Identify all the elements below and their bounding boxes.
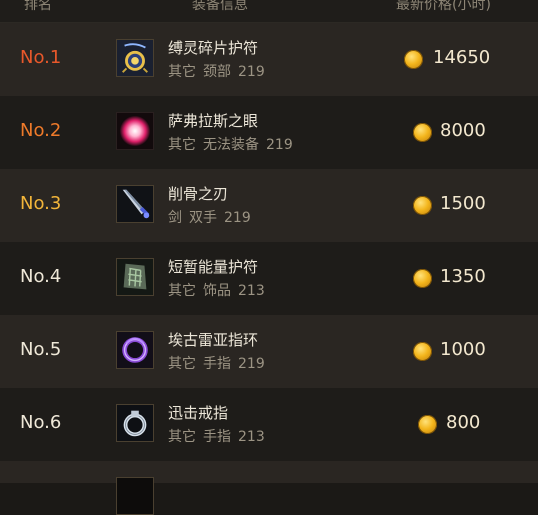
price-value: 1000 — [440, 339, 486, 360]
header-latest-price: 最新价格(小时) — [396, 0, 491, 13]
price-value: 14650 — [433, 47, 491, 68]
rank-label: No.1 — [20, 47, 62, 68]
item-detail: 其它 饰品 213 — [168, 283, 265, 299]
rank-label: No.3 — [20, 193, 62, 214]
table-row[interactable]: No.3 削骨之刃 剑双手 219 1500 — [0, 169, 538, 242]
sword-icon — [116, 185, 154, 223]
item-name[interactable]: 缚灵碎片护符 — [168, 37, 258, 58]
header-item-info: 装备信息 — [192, 0, 248, 13]
table-row[interactable]: No.1 缚灵碎片护符 其它 颈部 219 14650 — [0, 23, 538, 96]
silver-ring-icon — [116, 404, 154, 442]
gold-coin-icon — [418, 415, 437, 434]
gold-coin-icon — [413, 123, 432, 142]
price-value: 800 — [446, 412, 481, 433]
item-name[interactable]: 迅击戒指 — [168, 402, 228, 423]
rank-label: No.2 — [20, 120, 62, 141]
gold-coin-icon — [404, 50, 423, 69]
rune-stone-icon — [116, 258, 154, 296]
item-detail: 其它 无法装备 219 — [168, 137, 293, 153]
price-value: 1350 — [440, 266, 486, 287]
header-rank: 排名 — [24, 0, 52, 13]
price-value: 1500 — [440, 193, 486, 214]
item-name[interactable]: 短暂能量护符 — [168, 256, 258, 277]
table-row[interactable]: No.2 萨弗拉斯之眼 其它 无法装备 219 8000 — [0, 96, 538, 169]
item-detail: 剑双手 219 — [168, 210, 251, 226]
item-detail: 其它 手指 213 — [168, 429, 265, 445]
item-name[interactable]: 埃古雷亚指环 — [168, 329, 258, 350]
rank-label: No.6 — [20, 412, 62, 433]
gold-coin-icon — [413, 269, 432, 288]
rank-label: No.4 — [20, 266, 62, 287]
price-value: 8000 — [440, 120, 486, 141]
item-detail: 其它 手指 219 — [168, 356, 265, 372]
table-row[interactable]: No.4 短暂能量护符 其它 饰品 213 1350 — [0, 242, 538, 315]
table-row[interactable]: No.6 迅击戒指 其它 手指 213 800 — [0, 388, 538, 461]
table-row[interactable] — [0, 461, 538, 515]
gold-coin-icon — [413, 342, 432, 361]
item-name[interactable]: 萨弗拉斯之眼 — [168, 110, 258, 131]
table-header: 排名 装备信息 最新价格(小时) — [0, 0, 538, 23]
table-row[interactable]: No.5 埃古雷亚指环 其它 手指 219 1000 — [0, 315, 538, 388]
glowing-orb-icon — [116, 112, 154, 150]
purple-ring-icon — [116, 331, 154, 369]
rank-label: No.5 — [20, 339, 62, 360]
amulet-icon — [116, 39, 154, 77]
item-name[interactable]: 削骨之刃 — [168, 183, 228, 204]
item-detail: 其它 颈部 219 — [168, 64, 265, 80]
gold-coin-icon — [413, 196, 432, 215]
